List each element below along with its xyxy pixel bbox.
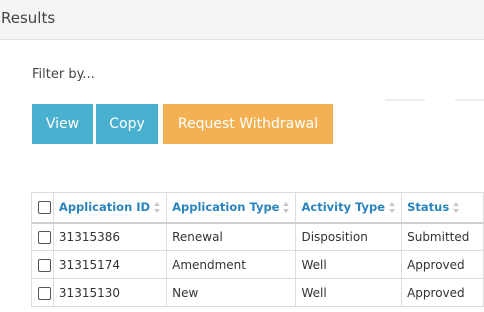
row-checkbox[interactable]: [38, 230, 51, 244]
column-label: Status: [407, 200, 450, 215]
select-all-cell: [31, 192, 54, 224]
filter-by-label[interactable]: Filter by...: [32, 67, 95, 82]
activity-type-cell: Well: [295, 278, 403, 307]
application-type-cell: Amendment: [166, 250, 297, 279]
table-row[interactable]: 31315130 New Well Approved: [31, 278, 484, 307]
column-header-application-type[interactable]: Application Type: [166, 192, 297, 224]
row-select-cell: [31, 222, 54, 251]
application-type-cell: Renewal: [166, 222, 297, 251]
column-header-status[interactable]: Status: [401, 192, 484, 224]
sort-icon[interactable]: [453, 202, 460, 214]
select-all-checkbox[interactable]: [38, 201, 51, 215]
panel-title: Results: [1, 9, 56, 27]
column-label: Activity Type: [301, 200, 386, 215]
view-button[interactable]: View: [32, 104, 93, 144]
divider: [455, 99, 484, 101]
activity-type-cell: Well: [295, 250, 403, 279]
status-cell: Approved: [401, 250, 484, 279]
table-row[interactable]: 31315174 Amendment Well Approved: [31, 250, 484, 279]
column-label: Application ID: [58, 200, 151, 215]
results-panel-header: Results: [0, 0, 484, 40]
application-id-cell: 31315174: [52, 250, 168, 279]
application-id-cell: 31315130: [52, 278, 168, 307]
row-select-cell: [31, 278, 54, 307]
row-checkbox[interactable]: [38, 286, 51, 300]
results-table: Application ID Application Type Activity…: [31, 192, 484, 307]
sort-icon[interactable]: [154, 202, 161, 214]
application-id-cell: 31315386: [52, 222, 168, 251]
table-row[interactable]: 31315386 Renewal Disposition Submitted: [31, 222, 484, 251]
column-header-activity-type[interactable]: Activity Type: [295, 192, 403, 224]
activity-type-cell: Disposition: [295, 222, 403, 251]
copy-button[interactable]: Copy: [96, 104, 158, 144]
request-withdrawal-button[interactable]: Request Withdrawal: [163, 104, 333, 144]
divider: [385, 99, 425, 101]
row-checkbox[interactable]: [38, 258, 51, 272]
column-header-application-id[interactable]: Application ID: [52, 192, 168, 224]
row-select-cell: [31, 250, 54, 279]
status-cell: Approved: [401, 278, 484, 307]
table-header-row: Application ID Application Type Activity…: [31, 192, 484, 224]
column-label: Application Type: [172, 200, 280, 215]
status-cell: Submitted: [401, 222, 484, 251]
application-type-cell: New: [166, 278, 297, 307]
sort-icon[interactable]: [389, 202, 396, 214]
sort-icon[interactable]: [283, 202, 290, 214]
